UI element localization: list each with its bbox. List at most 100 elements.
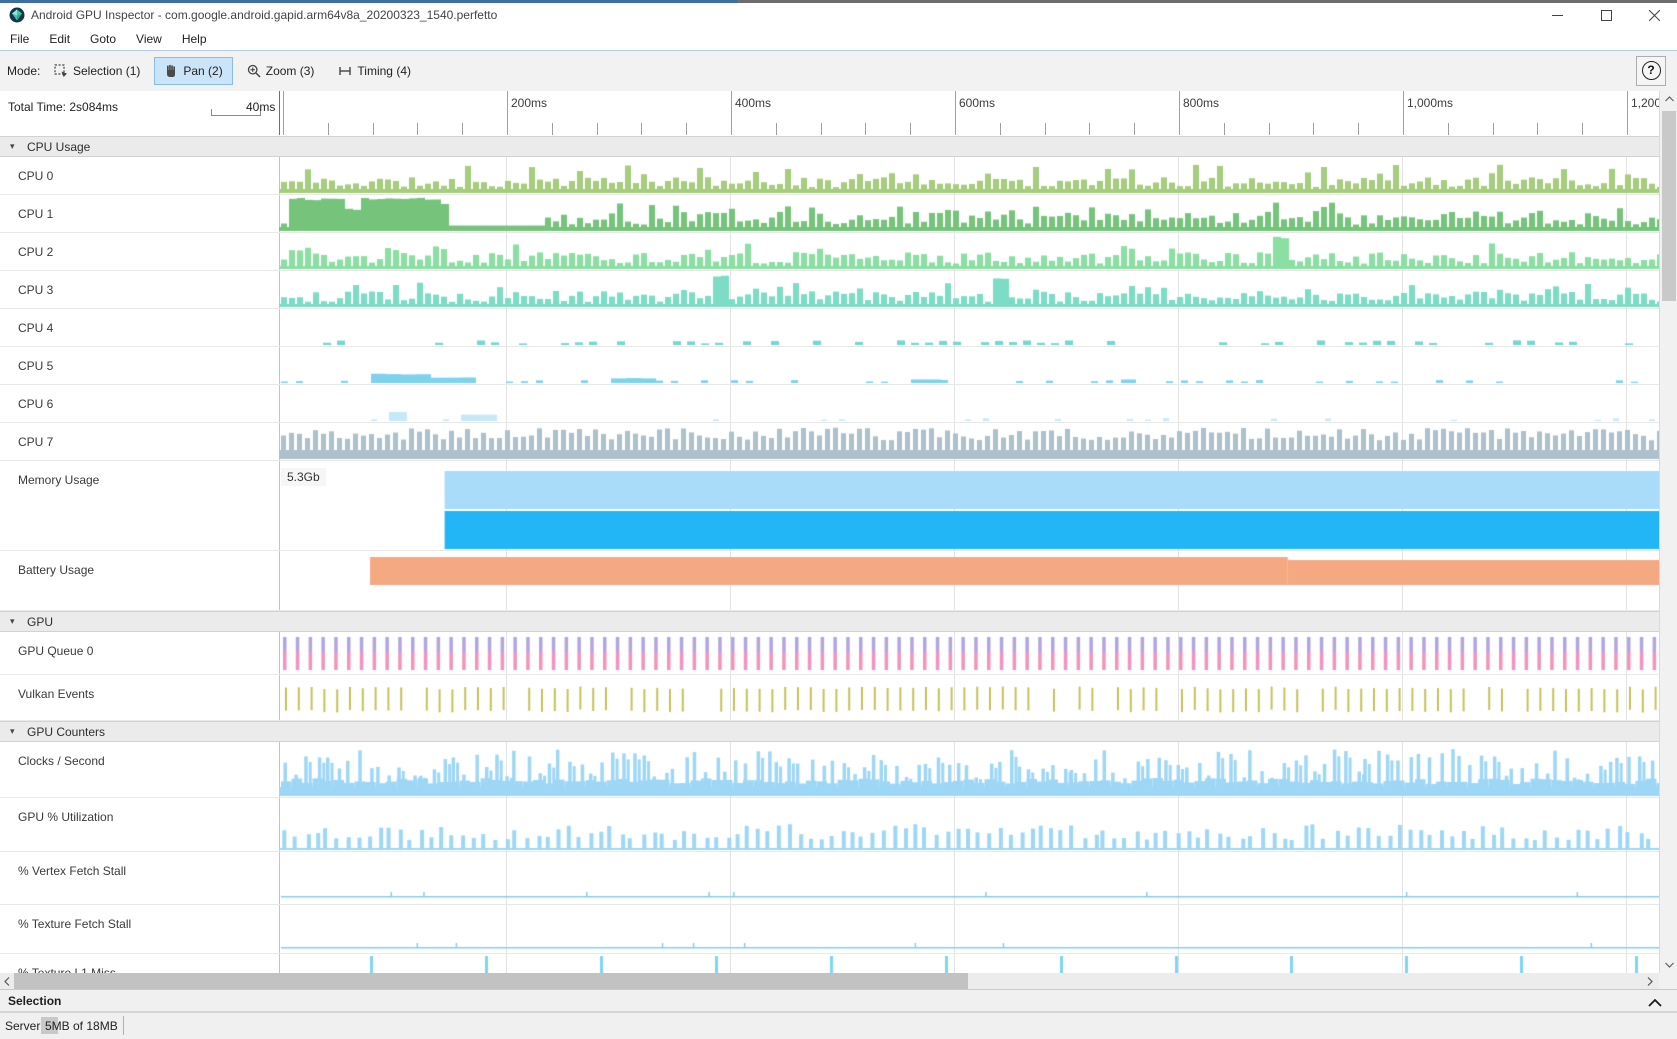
track-chart-memory-usage[interactable] xyxy=(279,461,1659,550)
ruler-minor-tick xyxy=(1134,123,1135,135)
track-chart-cpu-5[interactable] xyxy=(279,347,1659,384)
menu-item-help[interactable]: Help xyxy=(172,28,217,46)
track-row-cpu-4[interactable]: CPU 4 xyxy=(0,309,1659,347)
track-row-gpu-queue-0[interactable]: GPU Queue 0 xyxy=(0,632,1659,675)
mode-button-label: Timing (4) xyxy=(357,64,411,78)
track-row-cpu-5[interactable]: CPU 5 xyxy=(0,347,1659,385)
maximize-button[interactable] xyxy=(1584,3,1629,28)
track-chart-cpu-6[interactable] xyxy=(279,385,1659,422)
mode-button-selection-1[interactable]: Selection (1) xyxy=(44,57,150,85)
track-chart-texture-l1-miss[interactable] xyxy=(279,954,1659,973)
track-row-cpu-3[interactable]: CPU 3 xyxy=(0,271,1659,309)
track-row-vertex-fetch-stall[interactable]: % Vertex Fetch Stall xyxy=(0,852,1659,905)
track-chart-cpu-7[interactable] xyxy=(279,423,1659,460)
section-header-gpu[interactable]: ▾ GPU xyxy=(0,611,1659,632)
section-header-cpu-usage[interactable]: ▾CPU Usage xyxy=(0,136,1659,157)
chevron-up-icon[interactable] xyxy=(1648,996,1662,1010)
menu-item-file[interactable]: File xyxy=(0,28,39,46)
ruler-minor-tick xyxy=(865,123,866,135)
track-chart-texture-fetch-stall[interactable] xyxy=(279,905,1659,953)
title-bar: Android GPU Inspector - com.google.andro… xyxy=(0,3,1677,28)
track-row-texture-fetch-stall[interactable]: % Texture Fetch Stall xyxy=(0,905,1659,954)
ruler-major-tick xyxy=(1179,91,1180,135)
track-label: % Texture Fetch Stall xyxy=(18,917,131,931)
ruler-minor-tick xyxy=(641,123,642,135)
mode-button-pan-2[interactable]: Pan (2) xyxy=(154,57,232,85)
track-row-battery-usage[interactable]: Battery Usage xyxy=(0,551,1659,611)
ruler-tick-label: 400ms xyxy=(735,96,771,110)
track-chart-clocks-second[interactable] xyxy=(279,742,1659,797)
scroll-left-icon[interactable] xyxy=(0,973,14,989)
section-header-gpu-counters[interactable]: ▾ GPU Counters xyxy=(0,721,1659,742)
track-chart-battery-usage[interactable] xyxy=(279,551,1659,610)
track-label: GPU Queue 0 xyxy=(18,644,93,658)
ruler-tick-label: 800ms xyxy=(1183,96,1219,110)
selection-panel-header[interactable]: Selection xyxy=(0,989,1677,1012)
track-chart-cpu-0[interactable] xyxy=(279,157,1659,194)
close-button[interactable] xyxy=(1632,3,1677,28)
ruler-minor-tick xyxy=(1358,123,1359,135)
mode-button-timing-4[interactable]: Timing (4) xyxy=(328,57,421,85)
track-label: Clocks / Second xyxy=(18,754,105,768)
ruler-minor-tick xyxy=(1045,123,1046,135)
track-label: % Vertex Fetch Stall xyxy=(18,864,126,878)
track-value-badge: 5.3Gb xyxy=(281,468,326,486)
track-chart-vertex-fetch-stall[interactable] xyxy=(279,852,1659,904)
collapse-triangle-icon[interactable]: ▾ xyxy=(10,616,15,627)
horizontal-scrollbar[interactable] xyxy=(0,973,1659,989)
track-label: Battery Usage xyxy=(18,563,94,577)
section-label: GPU Counters xyxy=(27,725,105,739)
track-row-cpu-1[interactable]: CPU 1 xyxy=(0,195,1659,233)
track-row-memory-usage[interactable]: Memory Usage 5.3Gb xyxy=(0,461,1659,551)
scroll-up-icon[interactable] xyxy=(1660,91,1677,107)
track-row-cpu-7[interactable]: CPU 7 xyxy=(0,423,1659,461)
scroll-right-icon[interactable] xyxy=(1643,973,1657,989)
ruler-minor-tick xyxy=(597,123,598,135)
track-label: % Texture L1 Miss xyxy=(18,966,116,973)
track-chart-vulkan-events[interactable] xyxy=(279,675,1659,720)
selection-icon xyxy=(54,64,73,78)
menu-item-view[interactable]: View xyxy=(126,28,172,46)
track-chart-gpu-utilization[interactable] xyxy=(279,798,1659,851)
track-row-cpu-6[interactable]: CPU 6 xyxy=(0,385,1659,423)
scroll-down-icon[interactable] xyxy=(1660,957,1677,973)
section-label: GPU xyxy=(27,615,53,629)
vertical-scrollbar[interactable] xyxy=(1659,91,1677,973)
vertical-scroll-thumb[interactable] xyxy=(1662,111,1676,301)
track-row-texture-l1-miss[interactable]: % Texture L1 Miss xyxy=(0,954,1659,973)
timeline-ruler[interactable]: Total Time: 2s084ms 40ms 200ms400ms600ms… xyxy=(0,91,1659,137)
menu-item-edit[interactable]: Edit xyxy=(39,28,80,46)
ruler-minor-tick xyxy=(1224,123,1225,135)
track-label: CPU 4 xyxy=(18,321,53,335)
horizontal-scroll-thumb[interactable] xyxy=(14,973,968,989)
app-window: Android GPU Inspector - com.google.andro… xyxy=(0,0,1677,1039)
track-chart-cpu-1[interactable] xyxy=(279,195,1659,232)
track-chart-cpu-4[interactable] xyxy=(279,309,1659,346)
collapse-triangle-icon[interactable]: ▾ xyxy=(10,141,15,152)
total-time-label: Total Time: 2s084ms xyxy=(8,100,118,114)
ruler-major-tick xyxy=(1403,91,1404,135)
menu-item-goto[interactable]: Goto xyxy=(80,28,126,46)
track-row-gpu-utilization[interactable]: GPU % Utilization xyxy=(0,798,1659,852)
timing-icon xyxy=(338,64,357,78)
track-label: Memory Usage xyxy=(18,473,99,487)
track-row-clocks-second[interactable]: Clocks / Second xyxy=(0,742,1659,798)
track-row-cpu-2[interactable]: CPU 2 xyxy=(0,233,1659,271)
mode-button-zoom-3[interactable]: Zoom (3) xyxy=(237,57,325,85)
collapse-triangle-icon[interactable]: ▾ xyxy=(10,726,15,737)
ruler-major-tick xyxy=(507,91,508,135)
track-row-cpu-0[interactable]: CPU 0 xyxy=(0,157,1659,195)
timeline-tracks[interactable]: ▾CPU UsageCPU 0CPU 1CPU 2CPU 3 CPU 4 CPU 5… xyxy=(0,136,1659,973)
help-button[interactable]: ? xyxy=(1636,56,1666,86)
track-row-vulkan-events[interactable]: Vulkan Events xyxy=(0,675,1659,721)
ruler-minor-tick xyxy=(1582,123,1583,135)
mode-buttons: Selection (1)Pan (2)Zoom (3) Timing (4) xyxy=(44,57,425,85)
track-chart-cpu-2[interactable] xyxy=(279,233,1659,270)
minimize-button[interactable] xyxy=(1535,3,1580,28)
track-chart-cpu-3[interactable] xyxy=(279,271,1659,308)
scrollbar-corner xyxy=(1659,973,1677,989)
track-chart-gpu-queue-0[interactable] xyxy=(279,632,1659,674)
window-title: Android GPU Inspector - com.google.andro… xyxy=(31,8,497,22)
ruler-minor-tick xyxy=(417,123,418,135)
ruler-tick-label: 1,200ms xyxy=(1631,96,1660,110)
